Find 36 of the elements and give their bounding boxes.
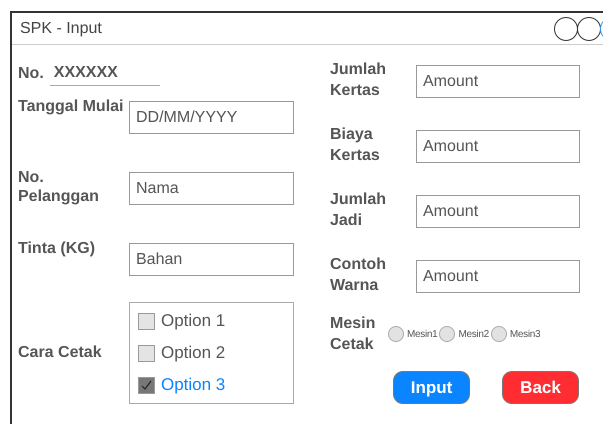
window-title: SPK - Input: [20, 18, 102, 38]
number-label: No.: [18, 64, 44, 84]
window-control-icon[interactable]: [577, 16, 601, 40]
window-control-icon[interactable]: [554, 16, 578, 40]
checkbox[interactable]: [138, 376, 155, 394]
input-field[interactable]: Bahan: [129, 243, 294, 276]
field-label: Biaya Kertas: [330, 125, 381, 166]
input-field[interactable]: Amount: [416, 65, 580, 98]
field-label: Tanggal Mulai: [18, 97, 124, 116]
input-field[interactable]: Amount: [416, 130, 580, 163]
checkbox[interactable]: [138, 312, 155, 330]
action-button[interactable]: Back: [502, 371, 579, 404]
checkbox-option[interactable]: Option 3: [138, 369, 285, 401]
action-button[interactable]: Input: [393, 371, 470, 404]
checkbox-option[interactable]: Option 2: [138, 337, 285, 369]
input-field[interactable]: Amount: [416, 195, 580, 228]
field-label: Jumlah Kertas: [330, 60, 388, 101]
radio-option[interactable]: Mesin2: [439, 326, 489, 342]
input-field[interactable]: Amount: [416, 260, 580, 293]
field-label: Tinta (KG): [18, 239, 96, 258]
radio-button[interactable]: [439, 326, 456, 342]
radio-button[interactable]: [388, 326, 404, 342]
number-value: XXXXXX: [50, 61, 160, 86]
check-icon: [141, 380, 152, 390]
checkbox-option[interactable]: Option 1: [138, 305, 285, 337]
field-label: No. Pelanggan: [18, 168, 100, 206]
input-field[interactable]: Nama: [129, 172, 294, 205]
field-label: Cara Cetak: [18, 343, 103, 363]
field-label: Jumlah Jadi: [330, 190, 388, 231]
radio-button[interactable]: [490, 326, 507, 342]
input-field[interactable]: DD/MM/YYYY: [129, 101, 294, 134]
field-label: Mesin Cetak: [330, 314, 376, 355]
field-label: Contoh Warna: [330, 255, 387, 296]
radio-option[interactable]: Mesin1: [388, 326, 438, 342]
checkbox[interactable]: [138, 344, 155, 362]
radio-option[interactable]: Mesin3: [490, 326, 540, 342]
